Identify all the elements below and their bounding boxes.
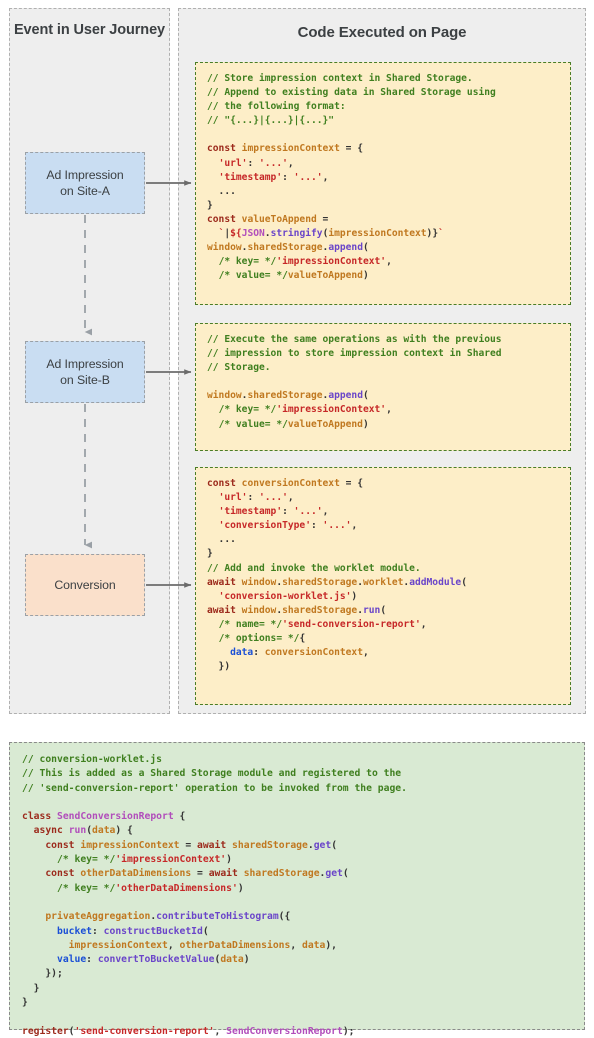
code-text-conversion-worklet: // conversion-worklet.js // This is adde… [22, 754, 407, 1037]
panel-right-title: Code Executed on Page [297, 24, 467, 41]
code-text-conversion: const conversionContext = { 'url': '...'… [207, 478, 467, 673]
flow-node-a-label: Ad Impression on Site-A [46, 168, 124, 198]
shared-storage-flow-diagram: Event in User Journey Code Executed on P… [0, 0, 594, 1038]
code-text-impression-site-a: // Store impression context in Shared St… [207, 73, 496, 282]
code-text-impression-site-b: // Execute the same operations as with t… [207, 334, 502, 430]
code-block-impression-site-a: // Store impression context in Shared St… [195, 62, 571, 305]
flow-node-conversion-label: Conversion [54, 578, 116, 592]
flow-node-b-label: Ad Impression on Site-B [46, 357, 124, 387]
flow-node-ad-impression-site-b[interactable]: Ad Impression on Site-B [25, 341, 145, 403]
top-section: Event in User Journey Code Executed on P… [0, 0, 594, 722]
code-block-impression-site-b: // Execute the same operations as with t… [195, 323, 571, 451]
flow-node-ad-impression-site-a[interactable]: Ad Impression on Site-A [25, 152, 145, 214]
code-block-conversion: const conversionContext = { 'url': '...'… [195, 467, 571, 705]
flow-node-conversion[interactable]: Conversion [25, 554, 145, 616]
panel-left-title: Event in User Journey [13, 22, 165, 38]
code-block-conversion-worklet: // conversion-worklet.js // This is adde… [9, 742, 585, 1037]
